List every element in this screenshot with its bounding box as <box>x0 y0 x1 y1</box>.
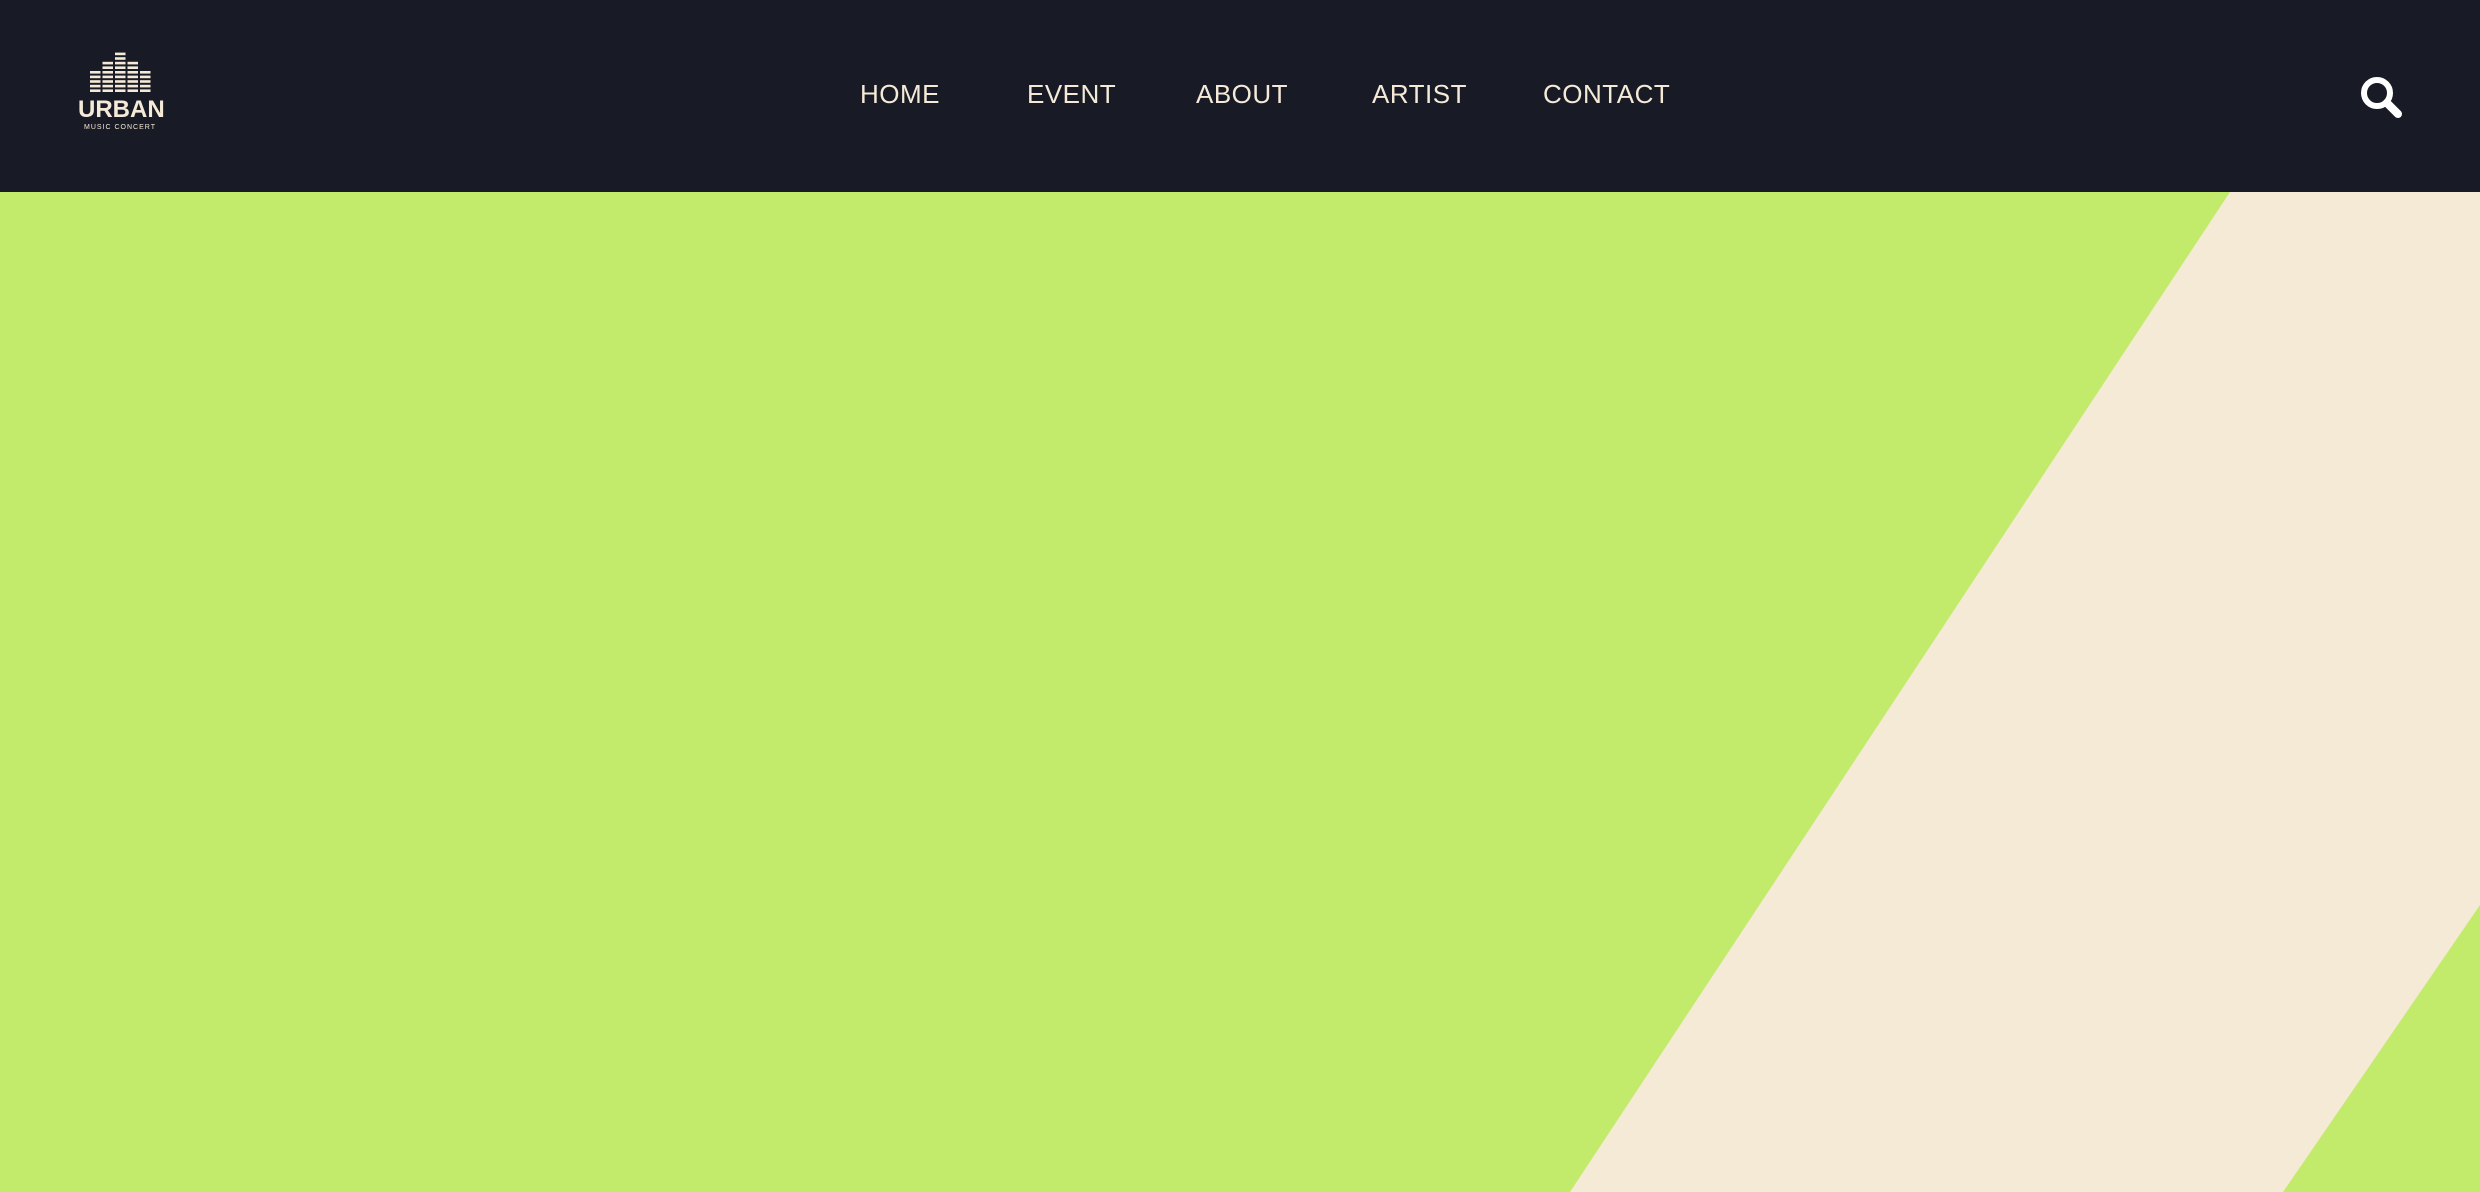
equalizer-logo-icon <box>90 52 151 92</box>
equalizer-bar <box>127 89 138 92</box>
equalizer-bar <box>90 84 101 88</box>
equalizer-bar <box>115 61 126 65</box>
equalizer-bar <box>102 75 113 79</box>
equalizer-bar <box>115 84 126 88</box>
nav-about[interactable]: ABOUT <box>1196 78 1288 110</box>
nav-home[interactable]: HOME <box>860 78 940 110</box>
hero-background <box>0 192 2480 1192</box>
page: URBAN MUSIC CONCERT HOME EVENT ABOUT ART… <box>0 0 2480 1192</box>
equalizer-bar <box>90 71 101 74</box>
equalizer-bar <box>127 75 138 79</box>
equalizer-bar <box>90 75 101 79</box>
equalizer-bar <box>140 80 151 83</box>
equalizer-bar <box>127 66 138 69</box>
nav-artist[interactable]: ARTIST <box>1372 78 1467 110</box>
search-icon <box>2361 77 2402 118</box>
logo[interactable]: URBAN MUSIC CONCERT <box>78 48 165 134</box>
equalizer-bar <box>115 66 126 69</box>
equalizer-bar <box>102 89 113 92</box>
equalizer-bar <box>115 71 126 74</box>
equalizer-bar <box>127 61 138 65</box>
equalizer-bar <box>102 71 113 74</box>
equalizer-bar <box>140 84 151 88</box>
equalizer-bar <box>102 84 113 88</box>
equalizer-bar <box>102 80 113 83</box>
logo-subtitle: MUSIC CONCERT <box>84 124 156 131</box>
main-nav: HOME EVENT ABOUT ARTIST CONTACT <box>0 0 2480 192</box>
equalizer-bar <box>140 71 151 74</box>
equalizer-bar <box>115 52 126 56</box>
equalizer-bar <box>140 89 151 92</box>
equalizer-bar <box>115 89 126 92</box>
equalizer-bar <box>90 89 101 92</box>
equalizer-bar <box>102 61 113 65</box>
equalizer-bar <box>90 80 101 83</box>
nav-event[interactable]: EVENT <box>1027 78 1116 110</box>
equalizer-bar <box>127 80 138 83</box>
equalizer-bar <box>115 75 126 79</box>
hero-banner <box>0 192 2480 1192</box>
equalizer-bar <box>127 84 138 88</box>
equalizer-bar <box>127 71 138 74</box>
equalizer-bar <box>140 75 151 79</box>
search-button[interactable] <box>2358 74 2404 120</box>
navbar: URBAN MUSIC CONCERT HOME EVENT ABOUT ART… <box>0 0 2480 192</box>
equalizer-bar <box>102 66 113 69</box>
logo-title: URBAN <box>78 96 165 123</box>
equalizer-bar <box>115 57 126 60</box>
equalizer-bar <box>115 80 126 83</box>
nav-contact[interactable]: CONTACT <box>1543 78 1670 110</box>
